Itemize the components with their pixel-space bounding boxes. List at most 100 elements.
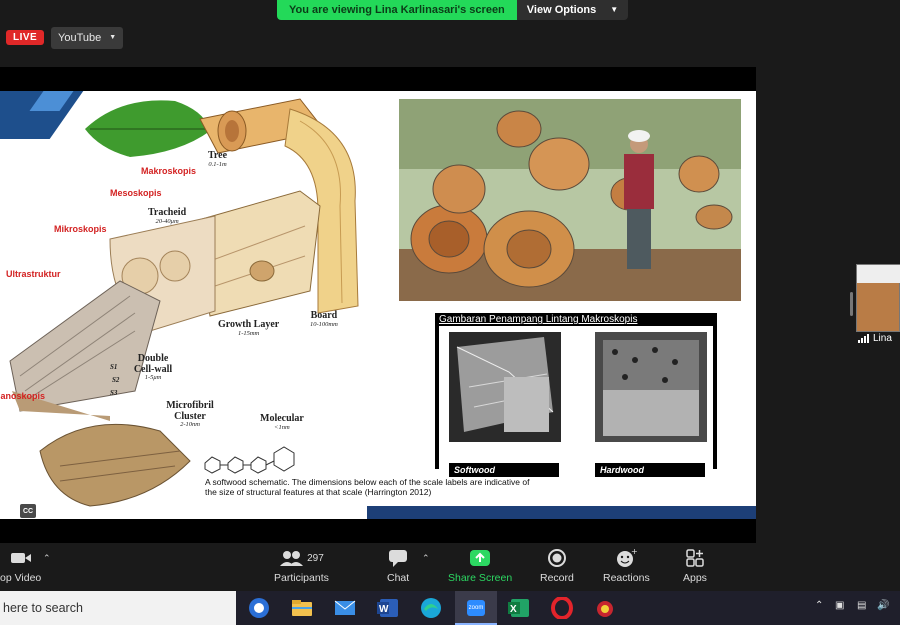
record-icon — [547, 547, 567, 569]
taskbar-zoom-icon[interactable]: zoom — [464, 596, 488, 620]
taskbar-edge-icon[interactable] — [419, 596, 443, 620]
next-arrow-icon[interactable]: ➞ — [62, 504, 76, 518]
label-tracheid-size: 20-40μm — [155, 217, 179, 225]
record-button[interactable]: Record — [540, 547, 574, 584]
cross-section-area: Softwood Hardwood — [439, 326, 713, 477]
view-options-label: View Options — [526, 4, 597, 16]
label-growth-layer: Growth Layer 1-15mm — [218, 319, 280, 337]
label-s1: S1 — [110, 363, 118, 371]
label-double-cell-wall-size: 1-5μm — [144, 374, 162, 381]
scale-mikroskopis: Mikroskopis — [54, 224, 107, 234]
label-molecular-size: <1nm — [274, 423, 290, 431]
thumbnail-preview-header — [857, 265, 900, 283]
video-label: op Video — [0, 572, 42, 584]
signal-strength-icon — [858, 334, 869, 343]
participant-thumbnail[interactable] — [856, 264, 900, 332]
logs-photo — [399, 99, 741, 301]
tray-display-icon[interactable]: ▤ — [857, 600, 866, 611]
pen-icon[interactable]: ✎ — [0, 504, 14, 518]
taskbar-opera-icon[interactable] — [550, 596, 574, 620]
hardwood-label: Hardwood — [595, 463, 705, 477]
video-button[interactable]: op Video — [0, 547, 41, 584]
label-board-size: 10-100mm — [310, 320, 338, 328]
video-camera-icon — [9, 547, 33, 569]
label-tree-size: 0.1-1m — [208, 160, 227, 168]
cross-section-panel: Gambaran Penampang Lintang Makroskopis S… — [435, 313, 717, 477]
taskbar-app-icon[interactable] — [593, 596, 617, 620]
svg-text:W: W — [379, 604, 389, 615]
zoom-window: You are viewing Lina Karlinasari's scree… — [0, 0, 900, 625]
chat-label: Chat — [387, 572, 410, 584]
svg-text:X: X — [510, 604, 517, 615]
taskbar-word-icon[interactable]: W — [376, 596, 400, 620]
label-growth-layer-name: Growth Layer — [218, 319, 280, 330]
view-options-button[interactable]: View Options ▼ — [516, 0, 629, 20]
hardwood-micrograph — [595, 332, 707, 442]
label-double-cell-wall: Double Cell-wall 1-5μm — [130, 353, 176, 382]
label-s3: S3 — [110, 389, 118, 397]
scale-makroskopis: Makroskopis — [141, 166, 197, 176]
live-platform-label: YouTube — [58, 32, 102, 44]
label-molecular: Molecular <1nm — [260, 413, 304, 431]
taskbar-people-icon[interactable] — [247, 596, 271, 620]
label-growth-layer-size: 1-15mm — [237, 329, 260, 337]
viewing-indicator: You are viewing Lina Karlinasari's scree… — [277, 0, 517, 20]
reactions-label: Reactions — [603, 572, 650, 584]
taskbar-zoom-label: zoom — [466, 600, 486, 616]
screen-share-banner: You are viewing Lina Karlinasari's scree… — [277, 0, 629, 20]
tray-volume-icon[interactable]: 🔊 — [877, 600, 889, 611]
tray-network-icon[interactable]: ▣ — [835, 600, 844, 611]
label-microfibril-name: Microfibril Cluster — [166, 400, 214, 422]
softwood-micrograph — [449, 332, 561, 442]
label-s2: S2 — [112, 376, 120, 384]
scale-mesoskopis: Mesoskopis — [110, 188, 162, 198]
participants-icon — [280, 551, 304, 566]
chevron-down-icon: ▼ — [610, 5, 619, 14]
chat-options-caret-icon[interactable]: ⌃ — [422, 553, 430, 564]
taskbar-excel-icon[interactable]: X — [507, 596, 531, 620]
chat-button[interactable]: Chat — [387, 547, 409, 584]
taskbar-mail-icon[interactable] — [333, 596, 357, 620]
share-screen-button[interactable]: Share Screen — [448, 547, 512, 584]
participants-icon-row: 297 — [279, 547, 324, 569]
slide-caption: A softwood schematic. The dimensions bel… — [205, 477, 530, 498]
shared-screen: Makroskopis Mesoskopis Mikroskopis Ultra… — [0, 67, 756, 543]
label-board-name: Board — [310, 310, 338, 321]
label-double-cell-wall-name: Double Cell-wall — [133, 353, 173, 375]
apps-icon — [685, 547, 705, 569]
apps-button[interactable]: Apps — [683, 547, 707, 584]
slide-footer-bar — [367, 506, 756, 519]
video-options-caret-icon[interactable]: ⌃ — [43, 553, 51, 564]
record-label: Record — [540, 572, 574, 584]
taskbar-file-explorer-icon[interactable] — [290, 596, 314, 620]
slide-toolbar: ✎ CC ⋯ ➞ — [0, 504, 76, 518]
participants-count: 297 — [307, 552, 324, 564]
captions-icon[interactable]: CC — [20, 504, 36, 518]
label-molecular-name: Molecular — [260, 413, 304, 424]
label-microfibril: Microfibril Cluster 2-10nm — [164, 400, 216, 429]
meeting-controls-bar: op Video ⌃ 297 Participants Chat ⌃ Share… — [0, 543, 900, 591]
caret-down-icon: ▼ — [109, 34, 117, 41]
live-platform-dropdown[interactable]: YouTube ▼ — [51, 27, 124, 49]
scale-nanoskopis: Nanoskopis — [0, 391, 46, 401]
chat-bubble-icon — [388, 547, 408, 569]
share-screen-icon — [469, 547, 491, 569]
label-tracheid-name: Tracheid — [148, 207, 187, 218]
share-screen-label: Share Screen — [448, 572, 513, 584]
svg-text:+: + — [631, 548, 637, 556]
label-tree: Tree 0.1-1m — [208, 150, 227, 168]
label-microfibril-size: 2-10nm — [180, 421, 200, 428]
label-tracheid: Tracheid 20-40μm — [148, 207, 187, 225]
softwood-hierarchy-illustration — [9, 98, 359, 507]
taskbar-search-input[interactable]: here to search — [0, 591, 236, 625]
live-badge: LIVE — [6, 30, 45, 45]
panel-resize-handle[interactable] — [850, 292, 853, 316]
more-options-icon[interactable]: ⋯ — [42, 504, 56, 518]
reactions-smiley-icon: + — [615, 547, 637, 569]
tray-chevron-up-icon[interactable]: ⌃ — [815, 600, 823, 611]
participants-label: Participants — [274, 572, 329, 584]
participants-button[interactable]: 297 Participants — [274, 547, 329, 584]
cross-section-title: Gambaran Penampang Lintang Makroskopis — [439, 314, 638, 325]
apps-label: Apps — [683, 572, 707, 584]
reactions-button[interactable]: + Reactions — [603, 547, 650, 584]
